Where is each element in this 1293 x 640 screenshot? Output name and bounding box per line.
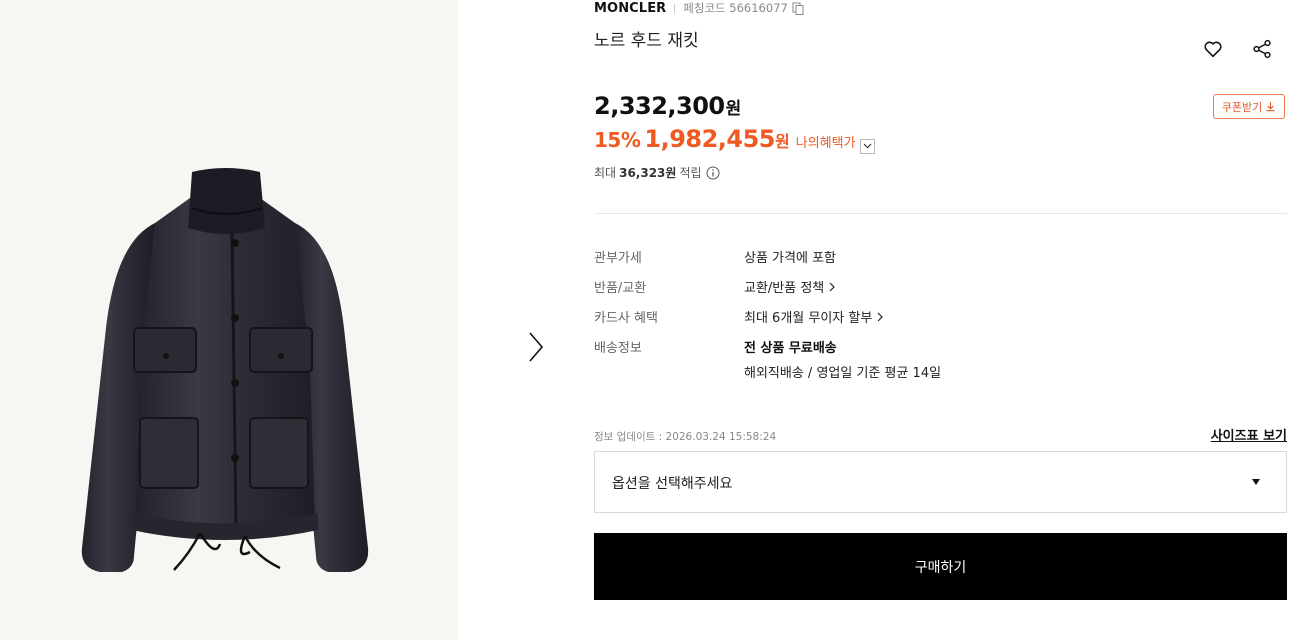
points-prefix: 최대 [594, 166, 617, 180]
original-price-value: 2,332,300 [594, 92, 725, 120]
option-select-placeholder: 옵션을 선택해주세요 [612, 476, 733, 492]
points-info: 최대 36,323원 적립 [594, 164, 720, 181]
return-policy-link[interactable]: 교환/반품 정책 [744, 277, 836, 296]
return-label: 반품/교환 [594, 281, 647, 296]
sale-price: 1,982,455 [644, 125, 776, 153]
sale-price-row: 15% 1,982,455 원 나의혜택가 [594, 125, 875, 154]
section-divider [594, 213, 1287, 214]
caret-down-icon [1252, 479, 1260, 485]
product-title: 노르 후드 재킷 [594, 31, 699, 51]
option-select[interactable]: 옵션을 선택해주세요 [594, 451, 1287, 513]
share-icon[interactable] [1251, 38, 1273, 60]
buy-button[interactable]: 구매하기 [594, 533, 1287, 600]
chevron-down-icon [863, 143, 871, 149]
update-timestamp: 정보 업데이트 : 2026.03.24 15:58:24 [594, 431, 777, 443]
duty-value: 상품 가격에 포함 [744, 247, 836, 266]
brand-row: MONCLER 페칭코드 56616077 [594, 0, 804, 17]
card-benefit-link[interactable]: 최대 6개월 무이자 할부 [744, 307, 884, 326]
brand-name[interactable]: MONCLER [594, 1, 666, 16]
coupon-label: 쿠폰받기 [1221, 100, 1263, 114]
discount-percent: 15% [594, 128, 641, 152]
sale-price-unit: 원 [775, 132, 790, 151]
product-info-panel: MONCLER 페칭코드 56616077 노르 후드 재킷 2,332,300… [594, 0, 1287, 640]
shipping-free: 전 상품 무료배송 [744, 341, 837, 356]
heart-icon[interactable] [1202, 38, 1224, 60]
shipping-label: 배송정보 [594, 341, 642, 356]
original-price-unit: 원 [725, 99, 742, 119]
product-code: 페칭코드 56616077 [683, 1, 788, 15]
duty-label: 관부가세 [594, 251, 642, 266]
chevron-right-icon [829, 282, 836, 291]
coupon-button[interactable]: 쿠폰받기 [1213, 94, 1285, 119]
points-amount: 36,323원 [619, 166, 677, 180]
return-policy-text: 교환/반품 정책 [744, 281, 825, 296]
chevron-right-icon [877, 312, 884, 321]
next-arrow-icon[interactable] [522, 330, 550, 364]
points-suffix: 적립 [679, 166, 702, 180]
product-image [81, 168, 369, 572]
shipping-detail: 해외직배송 / 영업일 기준 평균 14일 [744, 366, 942, 381]
benefit-toggle[interactable] [859, 138, 875, 154]
info-icon[interactable] [706, 166, 720, 180]
copy-icon[interactable] [792, 2, 804, 15]
original-price: 2,332,300원 [594, 92, 741, 120]
download-icon [1266, 101, 1275, 112]
product-image-gallery [0, 0, 458, 640]
divider [674, 3, 676, 13]
card-benefit-label: 카드사 혜택 [594, 311, 658, 326]
card-benefit-text: 최대 6개월 무이자 할부 [744, 311, 873, 326]
size-chart-link[interactable]: 사이즈표 보기 [1211, 425, 1287, 444]
duty-value-text: 상품 가격에 포함 [744, 251, 836, 266]
my-benefit-label: 나의혜택가 [795, 136, 856, 151]
